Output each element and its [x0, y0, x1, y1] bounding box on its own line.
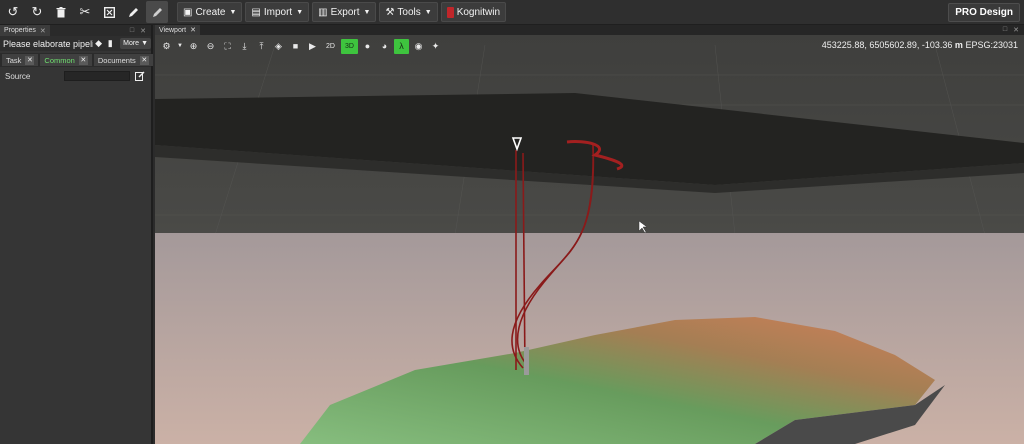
properties-header: Please elaborate pipeli... ◆ ▮ More ▼: [0, 36, 151, 51]
tab-properties-label: Properties: [4, 27, 36, 34]
chevron-down-icon: ▼: [296, 8, 304, 16]
3d-scene-canvas[interactable]: [155, 35, 1024, 444]
tab-documents[interactable]: Documents ✕: [93, 54, 153, 66]
export-menu-button[interactable]: ▥ Export ▼: [312, 2, 377, 22]
cut-icon[interactable]: ✂: [74, 1, 96, 23]
elevation-icon[interactable]: ⤒: [254, 39, 269, 54]
delete-icon[interactable]: [50, 1, 72, 23]
viewport-toolbar: ⚙ ▼ ⊕ ⊖ ⛶ ⤓ ⤒ ◈ ■ ▶ 2D 3D ● ◕ λ ◉ ✦: [159, 38, 443, 54]
viewport-tabbar: Viewport ✕ □ ✕: [155, 25, 1024, 35]
pro-design-button[interactable]: PRO Design: [948, 3, 1020, 22]
tab-viewport[interactable]: Viewport ✕: [155, 25, 200, 35]
close-icon[interactable]: ✕: [140, 27, 146, 35]
lambda-icon[interactable]: λ: [394, 38, 409, 54]
edit-icon[interactable]: [134, 71, 146, 82]
tab-properties[interactable]: Properties ✕: [0, 25, 50, 36]
source-row: Source: [0, 69, 151, 83]
tab-task[interactable]: Task ✕: [2, 54, 39, 66]
wellhead-marker: [524, 347, 529, 375]
layers-icon[interactable]: ◈: [271, 39, 286, 54]
export-menu-label: Export: [330, 6, 360, 18]
chevron-down-icon: ▼: [141, 40, 148, 47]
light-icon[interactable]: ◕: [377, 39, 392, 54]
create-menu-button[interactable]: ▣ Create ▼: [177, 2, 243, 22]
chevron-down-icon: ▼: [363, 8, 371, 16]
tab-viewport-label: Viewport: [159, 26, 187, 34]
source-input[interactable]: [64, 71, 131, 81]
zoom-out-icon[interactable]: ⊖: [203, 39, 218, 54]
close-icon[interactable]: ✕: [190, 26, 196, 34]
sun-icon[interactable]: ●: [360, 39, 375, 54]
measure-icon[interactable]: ⤓: [237, 39, 252, 54]
kognitwin-button[interactable]: Kognitwin: [440, 2, 507, 22]
tools-menu-label: Tools: [397, 6, 421, 18]
play-icon[interactable]: ▶: [305, 39, 320, 54]
redo-icon[interactable]: ↻: [26, 1, 48, 23]
more-label: More: [123, 40, 140, 47]
tab-common-label: Common: [44, 55, 75, 65]
coordinate-readout: 453225.88, 6505602.89, -103.36 m EPSG:23…: [822, 40, 1018, 50]
create-menu-label: Create: [195, 6, 226, 18]
panel-window-controls: □ ✕: [130, 27, 151, 35]
restore-icon[interactable]: □: [1003, 26, 1007, 34]
crs-label: EPSG:23031: [965, 40, 1018, 50]
coordinate-unit: m: [954, 40, 963, 50]
chevron-down-icon: ▼: [229, 8, 237, 16]
zoom-in-icon[interactable]: ⊕: [186, 39, 201, 54]
import-menu-label: Import: [263, 6, 293, 18]
chevron-down-icon: ▼: [424, 8, 432, 16]
import-menu-button[interactable]: ▤ Import ▼: [245, 2, 310, 22]
close-icon[interactable]: ✕: [40, 27, 46, 35]
tab-documents-label: Documents: [97, 55, 136, 65]
coordinate-values: 453225.88, 6505602.89, -103.36: [821, 40, 953, 50]
close-icon[interactable]: ✕: [25, 55, 35, 65]
delete-icon[interactable]: ▮: [104, 38, 116, 49]
properties-subtabs: Task ✕ Common ✕ Documents ✕: [0, 53, 153, 67]
properties-tabbar: Properties ✕ □ ✕: [0, 25, 151, 36]
tools-icon: ⚒: [385, 6, 395, 18]
export-icon: ▥: [318, 6, 328, 18]
source-label: Source: [5, 71, 31, 81]
pencil-alt-icon[interactable]: [146, 1, 168, 23]
more-button[interactable]: More ▼: [120, 38, 151, 49]
import-icon: ▤: [251, 6, 261, 18]
viewport-panel: Viewport ✕ □ ✕ ⚙ ▼ ⊕ ⊖ ⛶ ⤓ ⤒ ◈ ■ ▶ 2D 3D…: [155, 25, 1024, 444]
fit-view-icon[interactable]: ⛶: [220, 39, 235, 54]
kognitwin-label: Kognitwin: [456, 6, 501, 18]
undo-icon[interactable]: ↺: [2, 1, 24, 23]
main-toolbar: ↺ ↻ ✂ ▣ Create ▼ ▤ Import ▼ ▥ Export ▼ ⚒…: [0, 0, 1024, 25]
tools-menu-button[interactable]: ⚒ Tools ▼: [379, 2, 438, 22]
settings-icon[interactable]: ⚙: [159, 39, 174, 54]
compass-icon[interactable]: ◉: [411, 39, 426, 54]
pin-icon[interactable]: ◆: [93, 38, 105, 49]
frame-icon[interactable]: [98, 1, 120, 23]
create-icon: ▣: [183, 6, 193, 18]
object-title: Please elaborate pipeli...: [3, 38, 93, 49]
tab-task-label: Task: [6, 55, 22, 65]
close-icon[interactable]: ✕: [139, 55, 149, 65]
close-icon[interactable]: ✕: [1013, 26, 1019, 34]
viewport-window-controls: □ ✕: [1003, 26, 1024, 34]
mode-2d-button[interactable]: 2D: [322, 39, 339, 54]
kognitwin-logo-icon: [446, 6, 454, 18]
pencil-icon[interactable]: [122, 1, 144, 23]
mode-3d-button[interactable]: 3D: [341, 38, 358, 54]
tab-common[interactable]: Common ✕: [40, 54, 92, 66]
properties-panel: Properties ✕ □ ✕ Please elaborate pipeli…: [0, 25, 153, 444]
sparkle-icon[interactable]: ✦: [428, 39, 443, 54]
camera-icon[interactable]: ■: [288, 39, 303, 54]
close-icon[interactable]: ✕: [78, 55, 88, 65]
chevron-down-icon[interactable]: ▼: [176, 39, 184, 54]
restore-icon[interactable]: □: [130, 27, 134, 35]
